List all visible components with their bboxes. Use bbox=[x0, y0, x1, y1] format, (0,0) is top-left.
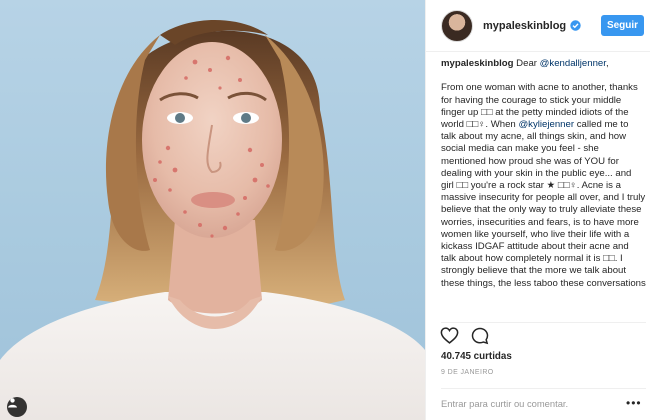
mention-link[interactable]: @kendalljenner bbox=[540, 58, 606, 69]
follow-button[interactable]: Seguir bbox=[601, 15, 644, 36]
header-username[interactable]: mypaleskinblog bbox=[483, 20, 566, 32]
action-bar bbox=[440, 327, 489, 345]
comment-prompt: Entrar para curtir ou comentar. bbox=[441, 398, 568, 409]
divider bbox=[441, 322, 646, 323]
heart-outline-icon[interactable] bbox=[440, 327, 459, 345]
likes-count[interactable]: 40.745 curtidas bbox=[441, 351, 512, 362]
portrait-image bbox=[0, 20, 425, 420]
caption-intro: Dear bbox=[513, 58, 540, 69]
caption-intro-end: , bbox=[605, 58, 609, 69]
post-photo[interactable] bbox=[0, 0, 425, 420]
avatar[interactable] bbox=[441, 9, 473, 42]
caption: mypaleskinblog Dear @kendalljenner, From… bbox=[441, 58, 646, 320]
post-header: mypaleskinblog Seguir bbox=[426, 0, 650, 52]
login-link[interactable]: Entrar bbox=[441, 398, 467, 409]
person-tag-icon[interactable] bbox=[7, 397, 27, 417]
comment-bubble-icon[interactable] bbox=[471, 327, 489, 345]
post-side-panel: mypaleskinblog Seguir mypaleskinblog Dea… bbox=[425, 0, 650, 420]
mention-link[interactable]: @kyliejenner bbox=[518, 119, 574, 130]
caption-text: called me to talk about my acne, all thi… bbox=[441, 119, 646, 289]
post-date: 9 DE JANEIRO bbox=[441, 369, 494, 376]
caption-username[interactable]: mypaleskinblog bbox=[441, 58, 514, 69]
divider bbox=[441, 388, 646, 389]
ellipsis-icon[interactable]: ••• bbox=[626, 396, 642, 410]
comment-prompt-text: para curtir ou comentar. bbox=[466, 398, 569, 409]
verified-badge-icon bbox=[570, 20, 581, 31]
